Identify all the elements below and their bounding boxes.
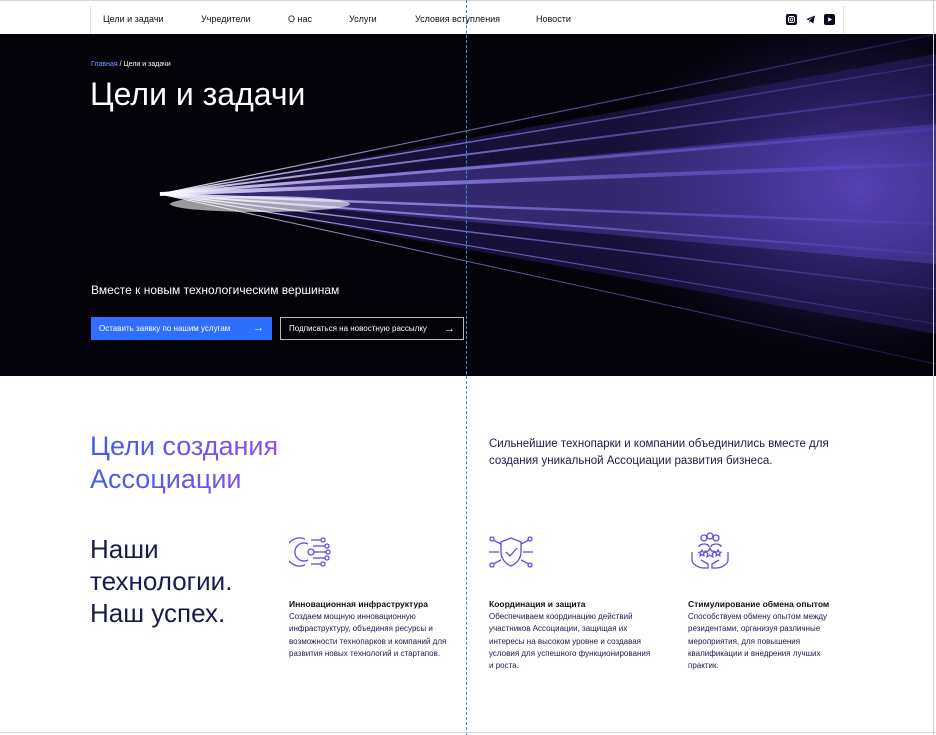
hero-subtitle: Вместе к новым технологическим вершинам bbox=[91, 283, 340, 297]
goals-heading: Цели создания Ассоциации bbox=[90, 430, 278, 496]
nav-link-goals[interactable]: Цели и задачи bbox=[103, 14, 164, 24]
telegram-icon[interactable] bbox=[805, 14, 816, 25]
feature-text: Способствуем обмену опытом между резиден… bbox=[688, 612, 828, 671]
breadcrumb: Главная / Цели и задачи bbox=[91, 61, 171, 68]
nav-link-services[interactable]: Услуги bbox=[349, 14, 377, 24]
shield-check-icon bbox=[489, 536, 533, 568]
slogan-line2: технологии. bbox=[90, 566, 233, 596]
intro-text: Сильнейшие технопарки и компании объедин… bbox=[489, 438, 829, 467]
feature-title: Инновационная инфраструктура bbox=[289, 599, 428, 609]
nav-link-news[interactable]: Новости bbox=[536, 14, 571, 24]
request-services-label: Оставить заявку по нашим услугам bbox=[99, 324, 231, 333]
nav-container: Цели и задачи Учредители О нас Услуги Ус… bbox=[90, 6, 844, 34]
nav-link-about[interactable]: О нас bbox=[288, 14, 312, 24]
breadcrumb-home-link[interactable]: Главная bbox=[91, 61, 118, 68]
hero-banner: Главная / Цели и задачи Цели и задачи Вм… bbox=[0, 34, 936, 376]
page-title: Цели и задачи bbox=[90, 76, 306, 112]
request-services-button[interactable]: Оставить заявку по нашим услугам → bbox=[91, 317, 272, 340]
subscribe-newsletter-label: Подписаться на новостную рассылку bbox=[289, 324, 427, 333]
slogan-line3: Наш успех. bbox=[90, 598, 226, 628]
layout-guide-line bbox=[466, 0, 467, 735]
feature-text: Обеспечиваем координацию действий участн… bbox=[489, 612, 651, 671]
goals-heading-line1: Цели создания bbox=[90, 431, 279, 461]
feature-title: Координация и защита bbox=[489, 599, 586, 609]
goals-heading-line2: Ассоциации bbox=[90, 464, 242, 494]
page-edge-right bbox=[933, 0, 934, 735]
community-hands-icon bbox=[691, 532, 729, 569]
breadcrumb-current: Цели и задачи bbox=[123, 61, 171, 68]
youtube-icon[interactable] bbox=[824, 14, 835, 25]
feature-card-infrastructure: Инновационная инфраструктура Создаем мощ… bbox=[285, 530, 454, 660]
feature-title: Стимулирование обмена опытом bbox=[688, 599, 830, 609]
feature-card-coordination: Координация и защита Обеспечиваем коорди… bbox=[489, 530, 654, 672]
top-navigation: Цели и задачи Учредители О нас Услуги Ус… bbox=[0, 0, 936, 35]
instagram-icon[interactable] bbox=[786, 14, 797, 25]
feature-text: Создаем мощную инновационную инфраструкт… bbox=[289, 612, 447, 658]
slogan-line1: Наши bbox=[90, 534, 159, 564]
slogan-heading: Наши технологии. Наш успех. bbox=[90, 533, 232, 629]
feature-card-experience: Стимулирование обмена опытом Способствуе… bbox=[688, 530, 853, 672]
nav-link-founders[interactable]: Учредители bbox=[201, 14, 251, 24]
arrow-right-icon: → bbox=[444, 323, 455, 335]
nav-link-membership[interactable]: Условия вступления bbox=[415, 14, 500, 24]
subscribe-newsletter-button[interactable]: Подписаться на новостную рассылку → bbox=[280, 317, 464, 340]
page-edge-bottom bbox=[0, 732, 936, 733]
infrastructure-icon bbox=[285, 537, 331, 567]
arrow-right-icon: → bbox=[253, 322, 264, 334]
